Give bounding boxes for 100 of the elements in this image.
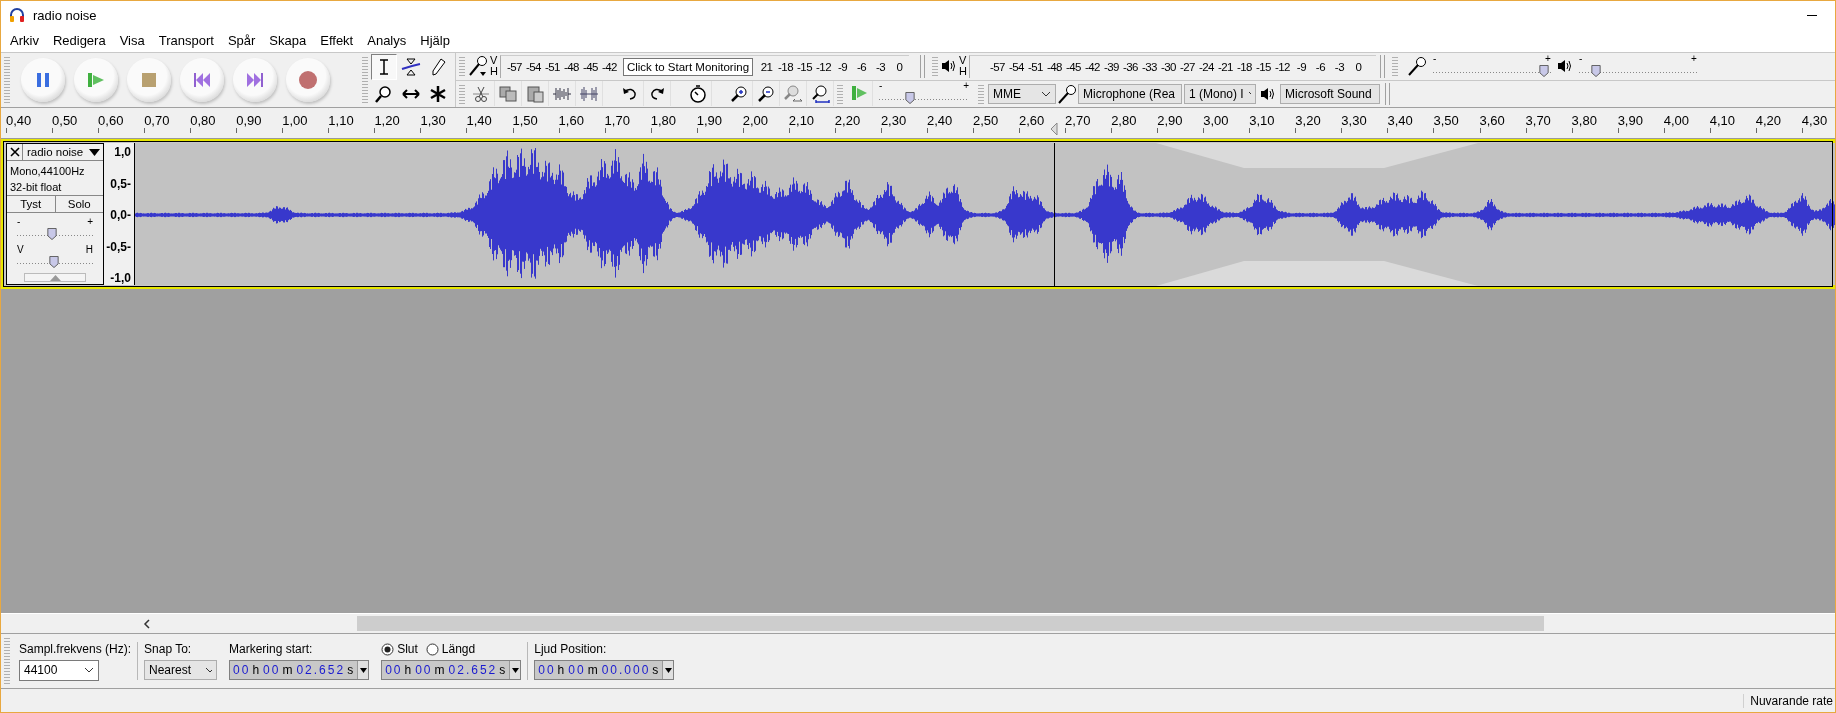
record-icon [298,70,318,90]
menu-item[interactable]: Hjälp [413,33,457,48]
menu-item[interactable]: Effekt [313,33,361,48]
stop-icon [142,73,156,87]
meter-scale-label: -6 [1314,60,1327,73]
slider-thumb[interactable] [48,256,59,268]
track-name-menu[interactable]: radio noise [25,146,103,158]
scrollbar-thumb[interactable] [357,616,1544,631]
status-text: Nuvarande rate [1743,693,1833,708]
headphones-icon [9,7,25,23]
play-button[interactable] [74,58,118,102]
skip-to-end-icon [247,73,263,87]
sample-rate-dropdown[interactable]: 44100 [19,659,99,681]
field-label: Markering start: [229,642,314,656]
close-button[interactable] [7,144,23,160]
play-icon [849,83,869,103]
paste-icon [525,83,545,104]
meter-scale-label: -51 [1026,60,1044,73]
amplitude-scale-label: 0,5- [110,176,131,191]
dropdown-arrow-icon [664,667,672,673]
record-button[interactable] [286,58,330,102]
microphone-icon [1057,83,1077,104]
meter-scale-label: -30 [1159,60,1177,73]
zoom-in-icon [729,83,749,104]
meter-scale-label: -36 [1121,60,1139,73]
minimize-icon [1807,14,1817,16]
menu-item[interactable]: Skapa [262,33,314,48]
dropdown-arrow-icon [359,667,367,673]
tooltip: Click to Start Monitoring [622,57,754,76]
zoom-fit-icon [783,83,803,104]
playback-meter[interactable]: -57 -54 -51 -48 -45 -42 -39 -36 -33 -30 -27 -24 -21 -18 -15 -12 -9 -6 -3 0 [968,54,1376,78]
speaker-icon [1556,58,1573,75]
audio-host-dropdown[interactable]: MME [988,83,1056,104]
radio-button[interactable] [425,642,439,656]
zoom-out-icon [756,83,776,104]
close-icon [9,147,20,157]
channel-label: H [490,66,498,78]
channel-label: V [490,55,498,67]
collapse-arrow-icon [49,274,61,281]
audio-track[interactable]: radio noise Mono,44100Hz 32-bit float Tyst Solo - + V H 1,0 0,5- 0,0- -0,5- -1,0 [1,139,1835,289]
time-field[interactable]: 00 h 00 m 02.652 s [381,660,522,680]
playhead-marker-icon [1050,122,1058,136]
menu-item[interactable]: Arkiv [3,33,46,48]
slider-max-label: + [1691,54,1697,65]
amplitude-scale-label: -1,0 [110,271,131,285]
menu-item[interactable]: Analys [360,33,414,48]
menu-item[interactable]: Redigera [45,33,113,48]
meter-scale-label: -3 [1333,60,1346,73]
stopwatch-icon [688,83,708,104]
track-format: Mono,44100Hz [10,164,86,179]
pause-button[interactable] [21,58,65,102]
amplitude-scale-label: -0,5- [106,239,131,254]
meter-scale-label: -18 [1235,60,1253,73]
skip-to-end-button[interactable] [233,58,277,102]
field-label: Ljud Position: [534,642,608,656]
slider-thumb[interactable] [1538,65,1549,78]
meter-scale-label: -57 [988,60,1006,73]
track-sample-format: 32-bit float [10,180,63,195]
skip-to-start-button[interactable] [180,58,224,102]
meter-scale-label: 0 [895,60,904,73]
menu-item[interactable]: Visa [112,33,152,48]
slider-thumb[interactable] [905,91,916,104]
meter-scale-label: -15 [1254,60,1272,73]
meter-scale-label: -18 [776,60,795,73]
snap-to-dropdown[interactable]: Nearest [144,660,218,680]
scroll-left-icon[interactable] [143,618,151,629]
radio-button[interactable] [381,642,395,656]
meter-scale-label: -9 [836,60,849,73]
slider-min-label: - [1578,54,1583,65]
zoom-tool-icon [374,83,394,104]
playback-device-dropdown[interactable]: Microsoft Sound [1280,83,1380,104]
meter-scale-label: -54 [524,60,542,73]
radio-option[interactable]: Längd [425,642,476,656]
field-label: Sampl.frekvens (Hz): [19,641,132,656]
recording-meter[interactable]: -57 -54 -51 -48 -45 -42 Click to Start Monitoring 21 -18 -15 -12 -9 -6 -3 0 [499,54,910,78]
meter-scale-label: -9 [1295,60,1308,73]
time-field[interactable]: 00 h 00 m 00.000 s [534,660,675,680]
meter-scale-label: -15 [795,60,814,73]
slider-max-label: + [1545,54,1551,65]
slider-thumb[interactable] [1590,65,1601,78]
recording-channels-dropdown[interactable]: 1 (Mono) I [1184,83,1256,104]
meter-scale-label: -48 [562,60,580,73]
meter-scale-label: -12 [814,60,833,73]
meter-scale-label: -3 [874,60,887,73]
meter-scale-label: -42 [1083,60,1101,73]
recording-device-dropdown[interactable]: Microphone (Rea [1078,83,1182,104]
slider-thumb[interactable] [47,228,58,240]
time-field[interactable]: 00 h 00 m 02.652 s [229,660,370,680]
collapse-button[interactable] [24,273,86,282]
menu-item[interactable]: Spår [220,33,263,48]
meter-scale-label: -45 [1064,60,1082,73]
speaker-icon [941,58,957,75]
menu-item[interactable]: Transport [151,33,221,48]
meter-scale-label: -57 [505,60,523,73]
meter-scale-label: 0 [1354,60,1363,73]
envelope-tool-icon [401,56,421,77]
selection-tool-button[interactable] [371,53,397,80]
field-label: Snap To: [144,642,193,656]
meter-scale-label: -6 [855,60,868,73]
radio-option[interactable]: Slut [381,642,418,656]
